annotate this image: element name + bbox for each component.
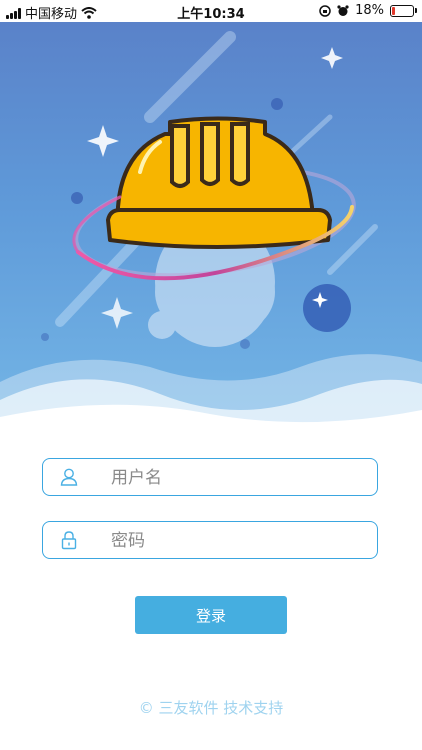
status-right: 18% [319,3,417,18]
battery-level [392,6,395,15]
battery-percent: 18% [355,3,384,18]
rotation-lock-icon [319,4,331,17]
hero-banner [0,22,422,430]
battery-icon [390,4,417,17]
alarm-icon [337,4,349,16]
copyright-symbol: © [138,699,154,717]
login-button[interactable]: 登录 [135,596,287,634]
safety-helmet-icon [106,116,332,249]
status-bar: 中国移动 上午10:34 18% [0,0,422,22]
password-input[interactable] [109,526,363,556]
user-icon [60,468,78,486]
username-field[interactable] [42,458,378,496]
password-field[interactable] [42,521,378,559]
footer: © 三友软件 技术支持 [0,697,422,718]
hero-illustration [0,31,422,430]
footer-text: 三友软件 技术支持 [158,699,284,717]
lock-icon [61,531,77,550]
username-input[interactable] [109,463,363,493]
